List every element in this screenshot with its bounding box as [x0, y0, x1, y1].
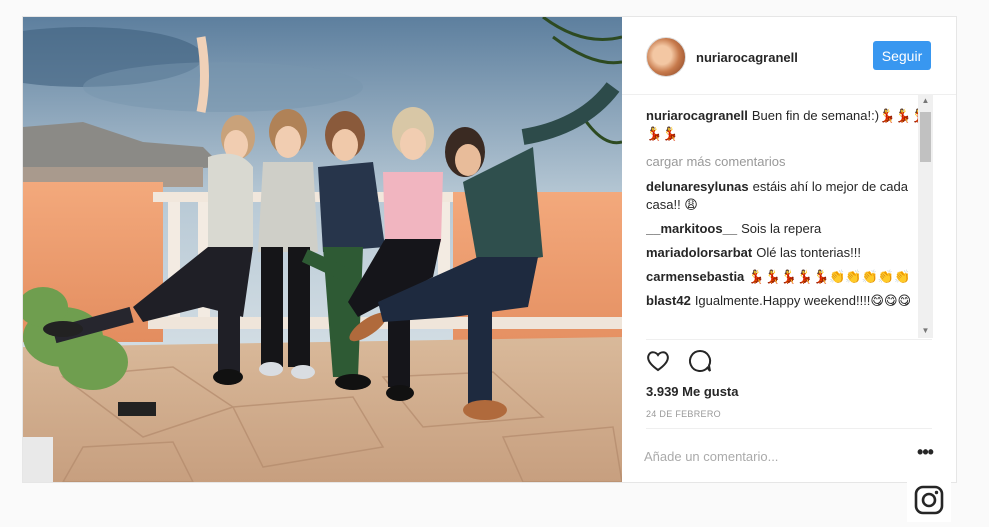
- instagram-page: nuriarocagranell Seguir nuriarocagranell…: [0, 0, 989, 527]
- avatar[interactable]: [646, 37, 686, 77]
- list-item: delunaresylunas estáis ahí lo mejor de ca…: [646, 178, 938, 214]
- heart-icon[interactable]: [644, 347, 672, 375]
- post-photo[interactable]: [23, 17, 622, 482]
- post-date: 24 DE FEBRERO: [646, 409, 721, 419]
- list-item: mariadolorsarbat Olé las tonterias!!!: [646, 244, 938, 262]
- load-more-comments-link[interactable]: cargar más comentarios: [646, 153, 938, 171]
- list-item: blast42 Igualmente.Happy weekend!!!!😋😋😋: [646, 292, 938, 310]
- caption-username[interactable]: nuriarocagranell: [646, 108, 748, 123]
- header-username[interactable]: nuriarocagranell: [696, 50, 798, 65]
- divider: [646, 428, 932, 429]
- divider: [646, 339, 932, 340]
- action-bar: [644, 347, 724, 377]
- list-item: carmensebastia 💃💃💃💃💃👏👏👏👏👏: [646, 268, 938, 286]
- instagram-icon[interactable]: [907, 478, 951, 522]
- comment-username[interactable]: mariadolorsarbat: [646, 245, 752, 260]
- post-image: [23, 17, 622, 482]
- scroll-down-arrow-icon[interactable]: ▼: [918, 324, 933, 338]
- comments-scrollbar[interactable]: ▲ ▼: [918, 94, 933, 338]
- comments-list: nuriarocagranell Buen fin de semana!:)💃💃💃…: [646, 107, 938, 339]
- follow-button[interactable]: Seguir: [873, 41, 931, 70]
- list-item: __markitoos__ Sois la repera: [646, 220, 938, 238]
- comment-text: Igualmente.Happy weekend!!!!😋😋😋: [694, 293, 912, 308]
- comment-username[interactable]: __markitoos__: [646, 221, 737, 236]
- post-side-panel: nuriarocagranell Seguir nuriarocagranell…: [622, 17, 956, 482]
- caption: nuriarocagranell Buen fin de semana!:)💃💃💃…: [646, 107, 938, 143]
- comment-text: 💃💃💃💃💃👏👏👏👏👏: [748, 269, 911, 284]
- comment-username[interactable]: delunaresylunas: [646, 179, 749, 194]
- scroll-thumb[interactable]: [920, 112, 931, 162]
- comment-text: Olé las tonterias!!!: [756, 245, 861, 260]
- speech-bubble-icon[interactable]: [686, 347, 714, 375]
- scroll-up-arrow-icon[interactable]: ▲: [918, 94, 933, 108]
- more-options-icon[interactable]: •••: [913, 443, 937, 465]
- comment-username[interactable]: blast42: [646, 293, 691, 308]
- post-header: nuriarocagranell Seguir: [622, 17, 956, 95]
- comment-username[interactable]: carmensebastia: [646, 269, 744, 284]
- post-card: nuriarocagranell Seguir nuriarocagranell…: [22, 16, 957, 483]
- likes-count[interactable]: 3.939 Me gusta: [646, 384, 739, 399]
- comment-input[interactable]: [644, 445, 894, 467]
- comment-text: Sois la repera: [741, 221, 822, 236]
